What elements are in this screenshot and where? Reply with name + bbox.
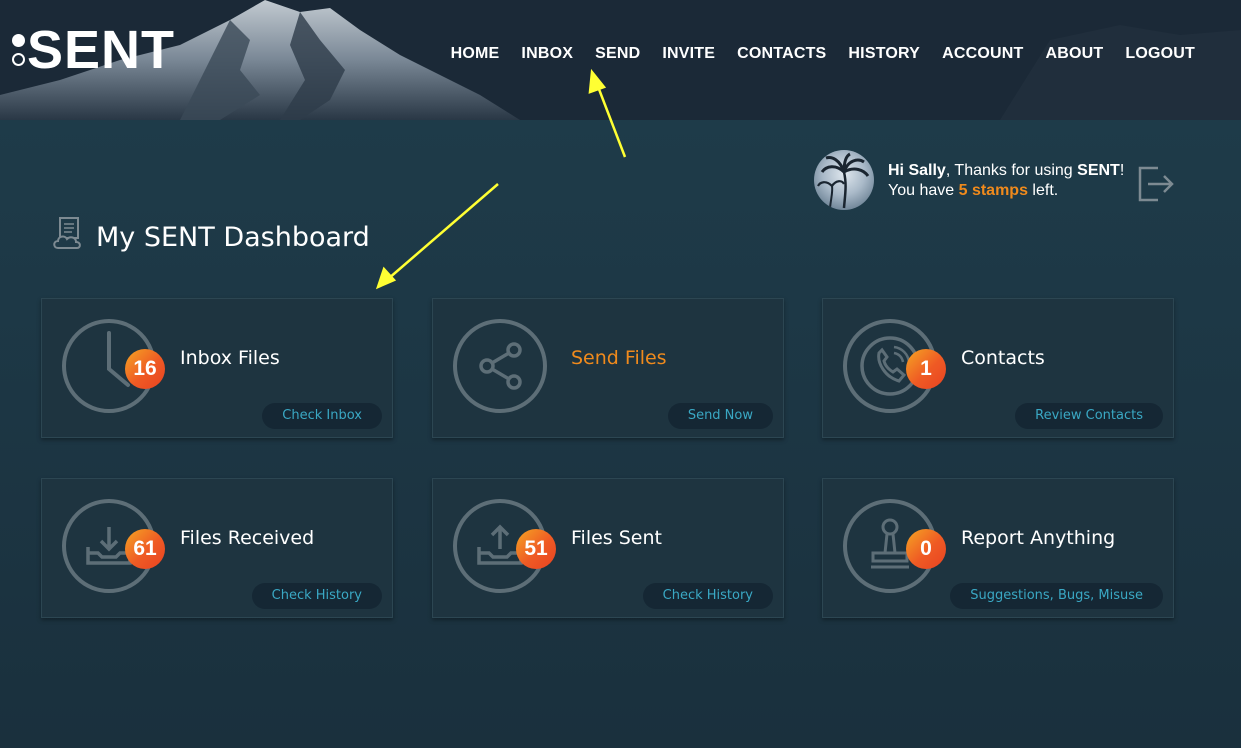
nav-about[interactable]: ABOUT — [1034, 45, 1114, 63]
stamps-count: 5 stamps — [958, 182, 1028, 199]
card-label: Files Sent — [571, 527, 662, 549]
palm-tree-icon — [817, 152, 870, 209]
sent-logo[interactable]: SENT — [12, 22, 175, 78]
header: SENT HOME INBOX SEND INVITE CONTACTS HIS… — [0, 0, 1241, 120]
review-contacts-button[interactable]: Review Contacts — [1015, 403, 1163, 429]
card-inbox-files[interactable]: 16 Inbox Files Check Inbox — [41, 298, 393, 438]
nav-send[interactable]: SEND — [584, 45, 651, 63]
greeting-text: Hi Sally, Thanks for using SENT! You hav… — [888, 161, 1124, 201]
logo-text: SENT — [27, 20, 176, 80]
nav-inbox[interactable]: INBOX — [510, 45, 584, 63]
check-history-button[interactable]: Check History — [251, 583, 382, 609]
greeting-brand: SENT — [1077, 162, 1120, 179]
nav-account[interactable]: ACCOUNT — [931, 45, 1034, 63]
share-icon — [453, 319, 547, 413]
page-title: My SENT Dashboard — [96, 222, 370, 253]
greeting-name: Hi Sally — [888, 162, 946, 179]
arrow-to-inbox-card — [375, 183, 499, 290]
report-count-badge: 0 — [906, 529, 946, 569]
card-files-sent[interactable]: 51 Files Sent Check History — [432, 478, 784, 618]
nav-invite[interactable]: INVITE — [651, 45, 726, 63]
stamps-prefix: You have — [888, 182, 959, 199]
card-contacts[interactable]: 1 Contacts Review Contacts — [822, 298, 1174, 438]
dashboard-header: My SENT Dashboard — [52, 212, 370, 253]
stamps-suffix: left. — [1027, 182, 1059, 199]
user-panel: Hi Sally, Thanks for using SENT! You hav… — [814, 150, 1184, 212]
nav-home[interactable]: HOME — [440, 45, 511, 63]
received-count-badge: 61 — [125, 529, 165, 569]
main-nav: HOME INBOX SEND INVITE CONTACTS HISTORY … — [440, 45, 1206, 63]
avatar[interactable] — [814, 150, 874, 210]
card-label: Report Anything — [961, 527, 1116, 549]
nav-contacts[interactable]: CONTACTS — [726, 45, 837, 63]
sent-count-badge: 51 — [516, 529, 556, 569]
send-now-button[interactable]: Send Now — [667, 403, 773, 429]
nav-history[interactable]: HISTORY — [837, 45, 931, 63]
logo-dots-icon — [12, 34, 25, 66]
logout-icon[interactable] — [1136, 164, 1176, 204]
card-label: Contacts — [961, 347, 1045, 369]
card-report-anything[interactable]: 0 Report Anything Suggestions, Bugs, Mis… — [822, 478, 1174, 618]
nav-logout[interactable]: LOGOUT — [1114, 45, 1206, 63]
cloud-document-icon — [53, 216, 81, 249]
card-label: Send Files — [571, 347, 667, 369]
inbox-count-badge: 16 — [125, 349, 165, 389]
contacts-count-badge: 1 — [906, 349, 946, 389]
check-inbox-button[interactable]: Check Inbox — [262, 403, 382, 429]
card-files-received[interactable]: 61 Files Received Check History — [41, 478, 393, 618]
card-send-files[interactable]: Send Files Send Now — [432, 298, 784, 438]
card-label: Files Received — [180, 527, 315, 549]
card-label: Inbox Files — [180, 347, 280, 369]
greeting-bang: ! — [1119, 162, 1125, 179]
suggestions-button[interactable]: Suggestions, Bugs, Misuse — [950, 583, 1163, 609]
greeting-thanks: , Thanks for using — [945, 162, 1078, 179]
check-history-button[interactable]: Check History — [642, 583, 773, 609]
